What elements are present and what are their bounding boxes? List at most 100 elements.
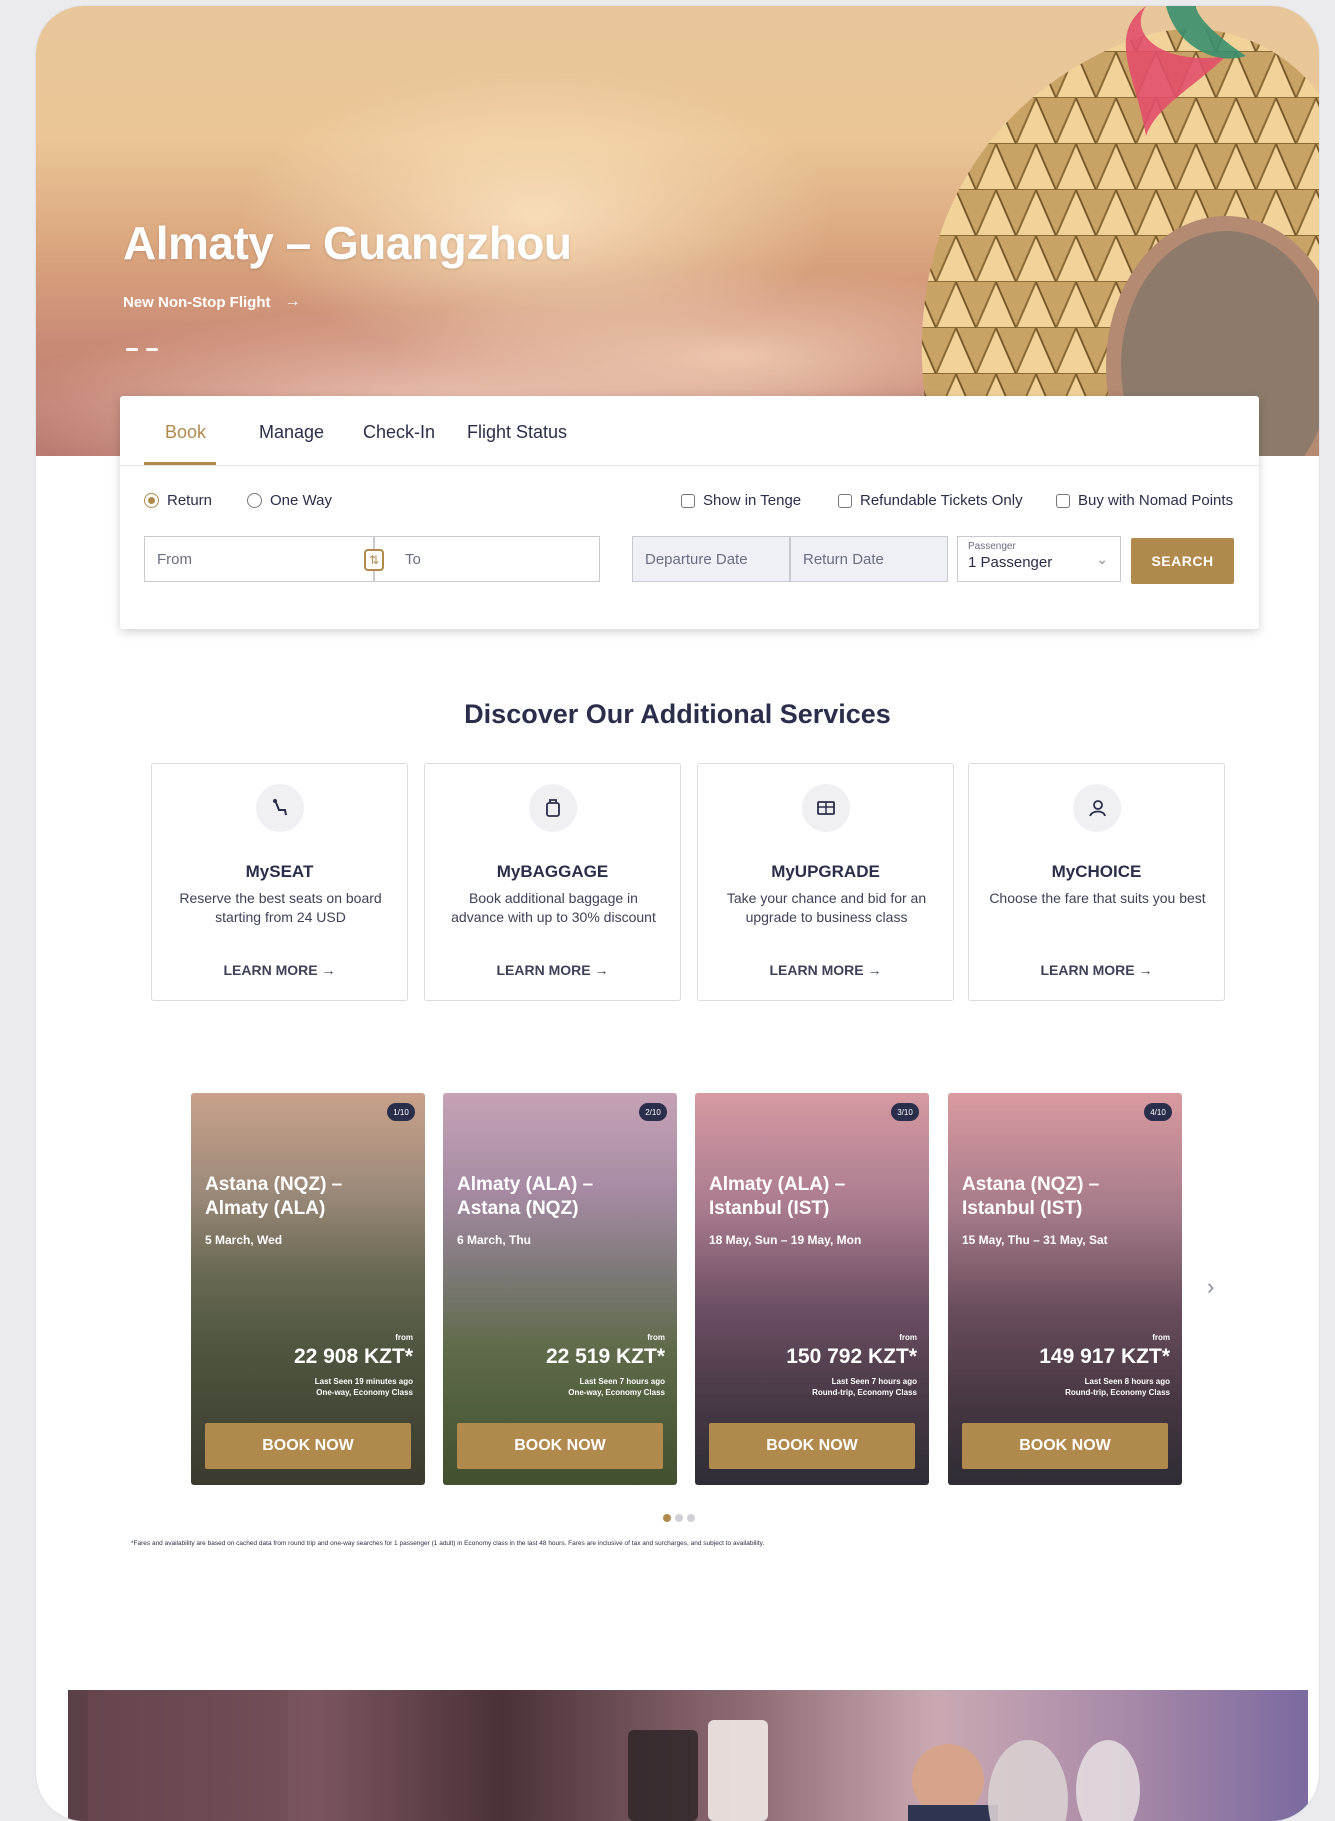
baggage-icon xyxy=(528,784,577,832)
radio-one-way-label: One Way xyxy=(270,492,332,509)
service-card-myseat[interactable]: MySEAT Reserve the best seats on board s… xyxy=(151,763,408,1001)
offer-card[interactable]: 4/10 Astana (NQZ) – Istanbul (IST) 15 Ma… xyxy=(948,1093,1182,1485)
swap-icon[interactable]: ⇅ xyxy=(364,549,384,571)
offer-route: Almaty (ALA) – Astana (NQZ) xyxy=(457,1174,594,1219)
offer-route: Astana (NQZ) – Istanbul (IST) xyxy=(962,1174,1100,1219)
service-card-myupgrade[interactable]: MyUPGRADE Take your chance and bid for a… xyxy=(697,763,954,1001)
learn-more-link[interactable]: LEARN MORE → xyxy=(425,962,680,978)
offer-type: One-way, Economy Class xyxy=(316,1388,413,1397)
refundable-only-option[interactable]: Refundable Tickets Only xyxy=(838,492,1023,509)
nomad-points-option[interactable]: Buy with Nomad Points xyxy=(1056,492,1233,509)
to-field[interactable]: To xyxy=(374,536,600,582)
passenger-label: Passenger xyxy=(968,541,1016,552)
book-now-button[interactable]: BOOK NOW xyxy=(205,1423,411,1469)
fare-disclaimer: *Fares and availability are based on cac… xyxy=(131,1540,765,1547)
offer-from: from xyxy=(899,1333,917,1342)
service-name: MyBAGGAGE xyxy=(496,862,609,881)
checkbox-nomad-points-label: Buy with Nomad Points xyxy=(1078,492,1234,509)
from-field[interactable]: From xyxy=(144,536,374,582)
offer-badge: 3/10 xyxy=(891,1103,919,1121)
return-date-field[interactable]: Return Date xyxy=(790,536,948,582)
learn-more-link[interactable]: LEARN MORE → xyxy=(152,962,407,978)
hero-banner[interactable]: Almaty – Guangzhou New Non-Stop Flight → xyxy=(36,6,1319,456)
offer-last-seen: Last Seen 8 hours ago Round-trip, Economy… xyxy=(1065,1376,1170,1398)
tab-manage[interactable]: Manage xyxy=(259,422,324,443)
offer-dates: 5 March, Wed xyxy=(205,1233,283,1247)
offer-card[interactable]: 2/10 Almaty (ALA) – Astana (NQZ) 6 March… xyxy=(443,1093,677,1485)
tab-book[interactable]: Book xyxy=(165,422,206,443)
offer-badge: 4/10 xyxy=(1144,1103,1172,1121)
trip-type-return[interactable]: Return xyxy=(144,492,212,509)
chevron-right-icon[interactable]: › xyxy=(1207,1274,1214,1300)
show-in-tenge-option[interactable]: Show in Tenge xyxy=(681,492,801,509)
radio-return[interactable] xyxy=(144,493,159,508)
offer-last-seen: Last Seen 7 hours ago Round-trip, Economy… xyxy=(812,1376,917,1398)
offer-price: 149 917 KZT* xyxy=(1039,1345,1170,1368)
service-card-mychoice[interactable]: MyCHOICE Choose the fare that suits you … xyxy=(968,763,1225,1001)
offer-dates: 15 May, Thu – 31 May, Sat xyxy=(962,1233,1108,1247)
seat-icon xyxy=(255,784,304,832)
offer-seen-text: Last Seen 7 hours ago xyxy=(579,1377,665,1386)
offer-card[interactable]: 1/10 Astana (NQZ) – Almaty (ALA) 5 March… xyxy=(191,1093,425,1485)
offer-seen-text: Last Seen 7 hours ago xyxy=(831,1377,917,1386)
search-button[interactable]: SEARCH xyxy=(1131,538,1234,584)
learn-more-link[interactable]: LEARN MORE → xyxy=(698,962,953,978)
pager-dot[interactable] xyxy=(687,1514,695,1522)
tab-underline xyxy=(144,462,216,465)
arrow-right-icon: → xyxy=(284,293,301,310)
service-name: MyCHOICE xyxy=(1051,862,1142,881)
checkbox-refundable-label: Refundable Tickets Only xyxy=(860,492,1023,509)
hero-pagination[interactable] xyxy=(126,348,158,351)
promo-banner-image[interactable] xyxy=(68,1690,1308,1821)
learn-more-link[interactable]: LEARN MORE → xyxy=(969,962,1224,978)
offer-dates: 18 May, Sun – 19 May, Mon xyxy=(709,1233,862,1247)
hero-link[interactable]: New Non-Stop Flight → xyxy=(123,293,300,311)
offer-type: Round-trip, Economy Class xyxy=(1065,1388,1170,1397)
pager-dot[interactable] xyxy=(675,1514,683,1522)
offer-from: from xyxy=(647,1333,665,1342)
offer-seen-text: Last Seen 19 minutes ago xyxy=(314,1377,413,1386)
book-now-button[interactable]: BOOK NOW xyxy=(962,1423,1168,1469)
tab-flight-status[interactable]: Flight Status xyxy=(467,422,567,443)
chevron-down-icon: ⌄ xyxy=(1096,551,1108,567)
offer-last-seen: Last Seen 19 minutes ago One-way, Economy… xyxy=(315,1376,413,1398)
radio-one-way[interactable] xyxy=(247,493,262,508)
checkbox-show-in-tenge-label: Show in Tenge xyxy=(703,492,802,509)
hero-building-image xyxy=(921,6,1319,456)
radio-return-label: Return xyxy=(167,492,213,509)
service-desc: Choose the fare that suits you best xyxy=(989,890,1206,906)
passenger-value: 1 Passenger xyxy=(968,554,1053,571)
hero-title: Almaty – Guangzhou xyxy=(123,217,572,269)
offer-dates: 6 March, Thu xyxy=(457,1233,532,1247)
book-now-button[interactable]: BOOK NOW xyxy=(709,1423,915,1469)
offer-seen-text: Last Seen 8 hours ago xyxy=(1084,1377,1170,1386)
service-name: MySEAT xyxy=(245,862,314,881)
book-now-button[interactable]: BOOK NOW xyxy=(457,1423,663,1469)
offer-badge: 1/10 xyxy=(387,1103,415,1121)
hero-dot[interactable] xyxy=(126,348,138,351)
services-title: Discover Our Additional Services xyxy=(464,699,891,729)
tab-check-in[interactable]: Check-In xyxy=(363,422,435,443)
checkbox-nomad-points[interactable] xyxy=(1056,493,1070,508)
hero-dot[interactable] xyxy=(146,348,158,351)
checkbox-refundable[interactable] xyxy=(838,493,852,508)
service-desc: Book additional baggage in advance with … xyxy=(451,890,656,925)
offer-price: 150 792 KZT* xyxy=(786,1345,917,1368)
offer-badge: 2/10 xyxy=(639,1103,667,1121)
offer-card[interactable]: 3/10 Almaty (ALA) – Istanbul (IST) 18 Ma… xyxy=(695,1093,929,1485)
trip-type-one-way[interactable]: One Way xyxy=(247,492,332,509)
pager-dot[interactable] xyxy=(663,1514,671,1522)
offer-type: Round-trip, Economy Class xyxy=(812,1388,917,1397)
offer-route: Astana (NQZ) – Almaty (ALA) xyxy=(205,1174,343,1219)
booking-tabs: Book Manage Check-In Flight Status xyxy=(120,396,1259,466)
passenger-select[interactable]: Passenger 1 Passenger ⌄ xyxy=(957,536,1121,582)
checkbox-show-in-tenge[interactable] xyxy=(681,493,695,508)
offers-pagination[interactable] xyxy=(663,1514,695,1522)
offer-from: from xyxy=(1152,1333,1170,1342)
hero-link-label: New Non-Stop Flight xyxy=(123,293,271,311)
service-card-mybaggage[interactable]: MyBAGGAGE Book additional baggage in adv… xyxy=(424,763,681,1001)
offer-route: Almaty (ALA) – Istanbul (IST) xyxy=(709,1174,846,1219)
choice-icon xyxy=(1072,784,1121,832)
departure-date-field[interactable]: Departure Date xyxy=(632,536,790,582)
service-desc: Reserve the best seats on board starting… xyxy=(179,890,382,925)
